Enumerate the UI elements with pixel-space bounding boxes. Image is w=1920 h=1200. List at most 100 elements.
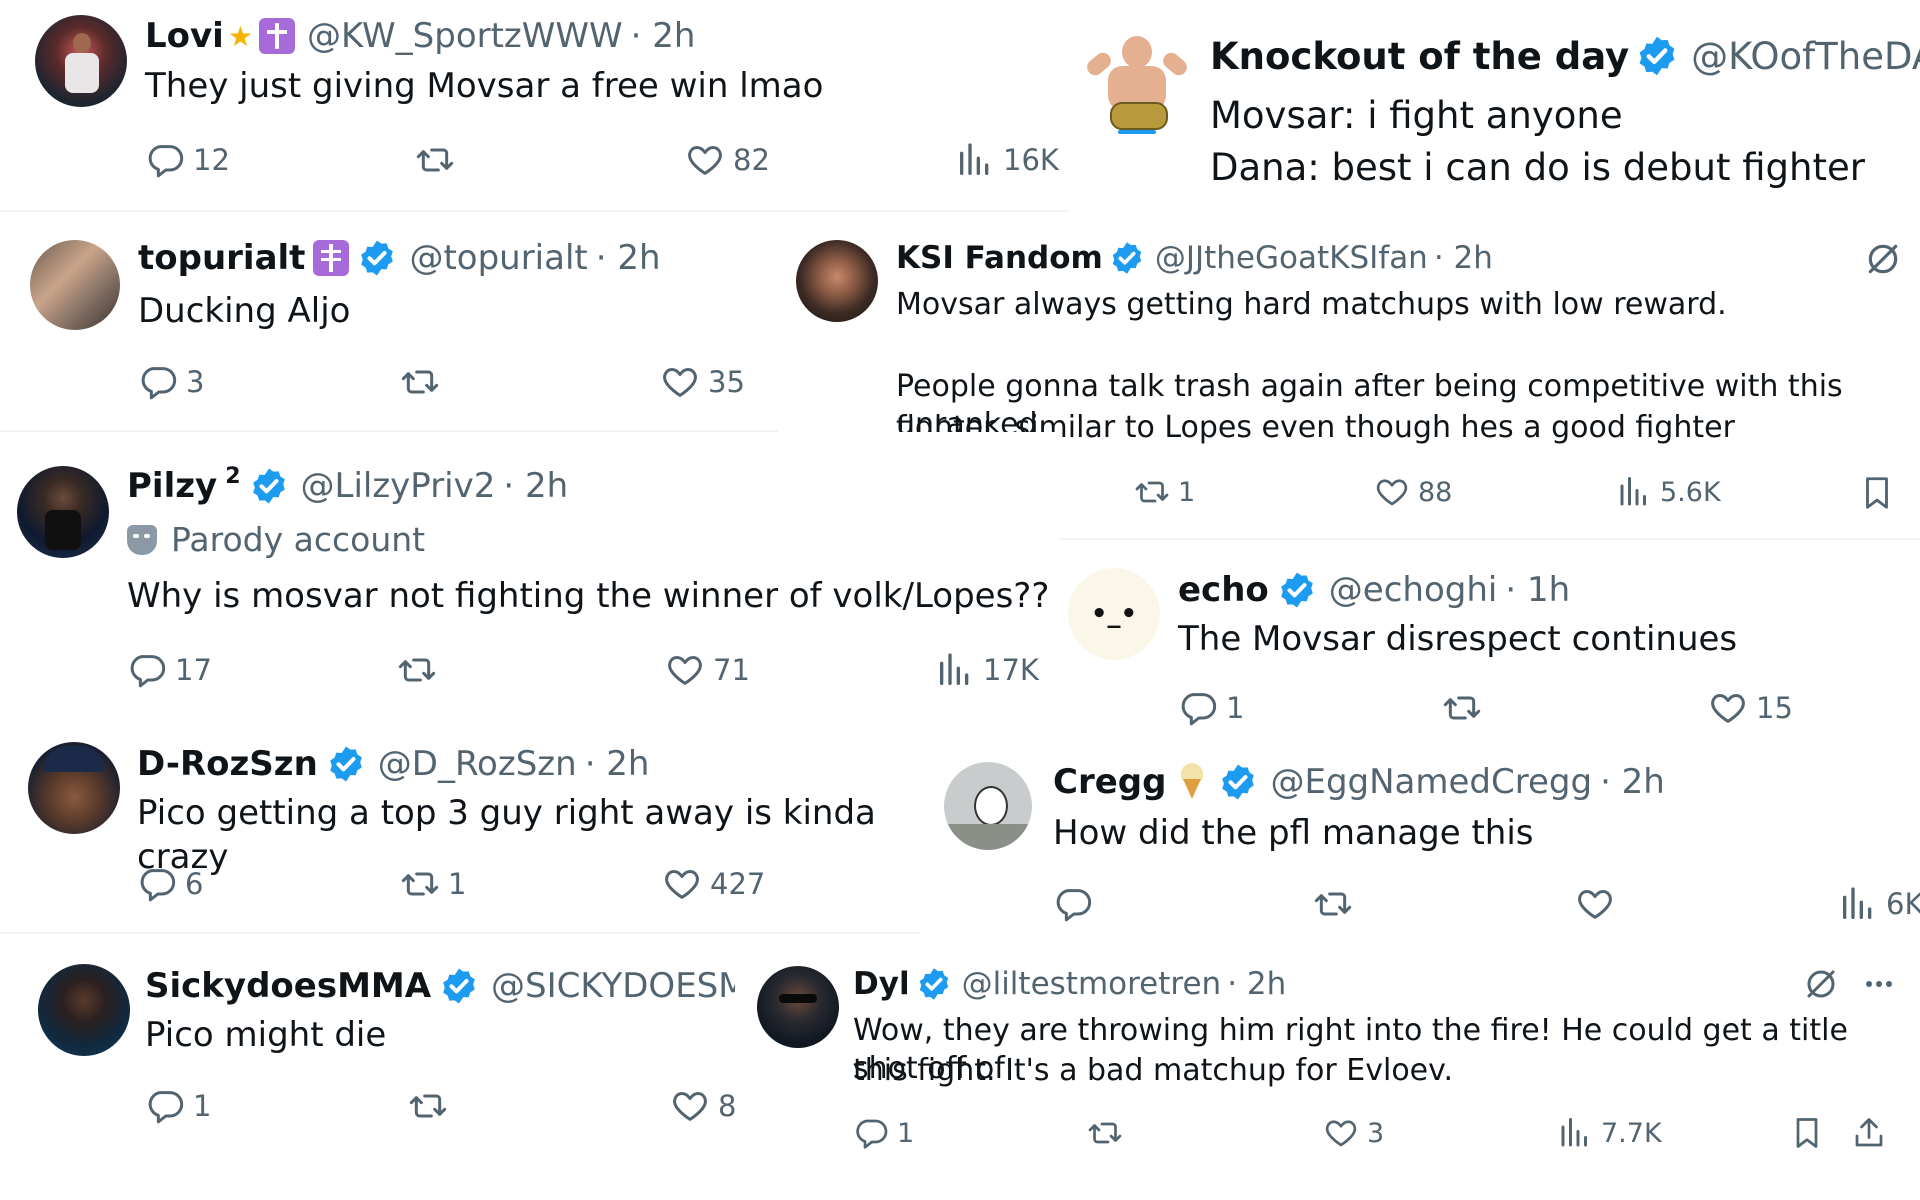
author-name[interactable]: topurialt (138, 238, 305, 278)
author-handle[interactable]: @KOofTheDAY (1691, 35, 1920, 78)
avatar[interactable] (38, 964, 130, 1056)
author-name[interactable]: echo (1178, 570, 1269, 610)
reply-count: 6 (185, 867, 204, 901)
repost-button[interactable]: 1 (1134, 474, 1195, 510)
tweet-pilzy[interactable]: Pilzy 2 @LilzyPriv2 · 2h Parody account … (0, 432, 1060, 722)
view-count: 7.7K (1601, 1117, 1662, 1149)
author-name[interactable]: Lovi (145, 16, 224, 56)
views-button[interactable]: 5.6K (1616, 474, 1721, 510)
avatar[interactable] (35, 15, 127, 107)
repost-button[interactable]: 1 (400, 864, 466, 904)
reply-button[interactable]: 17 (127, 650, 212, 690)
avatar[interactable] (1082, 30, 1192, 135)
tweet-header: Knockout of the day @KOofTheDAY (1210, 34, 1920, 78)
author-name[interactable]: D-RozSzn (137, 744, 318, 784)
grok-button[interactable] (1864, 240, 1902, 278)
timestamp[interactable]: · 2h (1600, 762, 1665, 802)
views-button[interactable]: 16K (955, 140, 1059, 180)
timestamp[interactable]: · 1h (1505, 570, 1570, 610)
like-button[interactable]: 35 (660, 362, 745, 402)
like-button[interactable]: 71 (665, 650, 750, 690)
grok-button[interactable] (1803, 966, 1839, 1002)
reply-button[interactable]: 1 (145, 1086, 211, 1126)
repost-button[interactable] (408, 1086, 448, 1126)
tweet-lovi[interactable]: Lovi ★ @KW_SportzWWW · 2h They just givi… (0, 0, 1068, 212)
views-button[interactable]: 17K (935, 650, 1039, 690)
bookmark-button[interactable] (1789, 1115, 1825, 1151)
reply-button[interactable] (1053, 884, 1093, 924)
like-button[interactable]: 8 (670, 1086, 736, 1126)
avatar[interactable]: •_• (1068, 568, 1160, 660)
parody-label: Parody account (127, 520, 425, 559)
like-button[interactable]: 88 (1374, 474, 1452, 510)
reply-button[interactable]: 1 (1178, 688, 1244, 728)
like-button[interactable]: 15 (1708, 688, 1793, 728)
bookmark-button[interactable] (1858, 474, 1896, 512)
repost-button[interactable] (1442, 688, 1482, 728)
tweet-cregg[interactable]: Cregg @EggNamedCregg · 2h How did the pf… (920, 740, 1920, 940)
share-button[interactable] (1851, 1115, 1887, 1151)
author-handle[interactable]: @EggNamedCregg (1270, 762, 1592, 802)
timestamp[interactable]: · 2h (631, 16, 696, 56)
timestamp[interactable]: · 2h (503, 466, 568, 506)
timestamp[interactable]: · 2h (585, 744, 650, 784)
repost-icon (400, 362, 440, 402)
author-name[interactable]: KSI Fandom (896, 240, 1103, 276)
repost-icon (397, 650, 437, 690)
tweet-header: Lovi ★ @KW_SportzWWW · 2h (145, 16, 695, 56)
reply-button[interactable]: 12 (145, 140, 230, 180)
author-handle[interactable]: @JJtheGoatKSIfan (1155, 240, 1428, 276)
avatar[interactable] (944, 762, 1032, 850)
author-handle[interactable]: @D_RozSzn (378, 744, 577, 784)
avatar[interactable] (17, 466, 109, 558)
tweet-knockout[interactable]: Knockout of the day @KOofTheDAY Movsar: … (1068, 0, 1920, 212)
views-button[interactable]: 6K (1838, 884, 1920, 924)
tweet-sickydoesmma[interactable]: SickydoesMMA @SICKYDOESMM/ Pico might di… (0, 934, 745, 1164)
like-button[interactable]: 427 (662, 864, 765, 904)
more-button[interactable] (1861, 966, 1897, 1002)
avatar[interactable] (28, 742, 120, 834)
author-handle[interactable]: @KW_SportzWWW (307, 16, 623, 56)
like-button[interactable]: 82 (685, 140, 770, 180)
author-name[interactable]: Knockout of the day (1210, 35, 1629, 78)
reply-button[interactable]: 6 (137, 864, 203, 904)
avatar-face: •_• (1090, 599, 1138, 629)
repost-button[interactable] (1087, 1115, 1123, 1151)
timestamp[interactable]: · 2h (596, 238, 661, 278)
repost-icon (415, 140, 455, 180)
avatar[interactable] (796, 240, 878, 322)
tweet-topurialt[interactable]: topurialt @topurialt · 2h Ducking Aljo 3… (0, 214, 778, 430)
author-name[interactable]: Dyl (853, 966, 910, 1002)
timestamp[interactable]: · 2h (1227, 966, 1286, 1002)
author-name[interactable]: Cregg (1053, 762, 1166, 802)
tweet-echo[interactable]: •_• echo @echoghi · 1h The Movsar disres… (1060, 540, 1920, 740)
author-name[interactable]: SickydoesMMA (145, 966, 431, 1006)
view-count: 6K (1886, 887, 1920, 921)
tweet-dyl[interactable]: Dyl @liltestmoretren · 2h Wow, they are … (745, 940, 1920, 1165)
timestamp[interactable]: · 2h (1434, 240, 1493, 276)
tweet-drozszn[interactable]: D-RozSzn @D_RozSzn · 2h Pico getting a t… (0, 722, 920, 932)
author-handle[interactable]: @LilzyPriv2 (301, 466, 496, 506)
reply-button[interactable]: 3 (138, 362, 204, 402)
verified-icon (1635, 34, 1679, 78)
reply-icon (145, 140, 185, 180)
author-name[interactable]: Pilzy (127, 466, 217, 506)
avatar[interactable] (30, 240, 120, 330)
like-button[interactable] (1575, 884, 1615, 924)
views-button[interactable]: 7.7K (1557, 1115, 1662, 1151)
repost-button[interactable] (1313, 884, 1353, 924)
repost-button[interactable] (415, 140, 455, 180)
repost-button[interactable] (400, 362, 440, 402)
views-icon (1557, 1115, 1593, 1151)
tweet-text: The Movsar disrespect continues (1178, 619, 1738, 659)
reply-count: 1 (193, 1089, 212, 1123)
repost-button[interactable] (397, 650, 437, 690)
like-button[interactable]: 3 (1323, 1115, 1384, 1151)
author-handle[interactable]: @SICKYDOESMM/ (491, 966, 735, 1006)
reply-button[interactable]: 1 (853, 1115, 914, 1151)
avatar[interactable] (757, 966, 839, 1048)
author-handle[interactable]: @liltestmoretren (962, 966, 1222, 1002)
author-handle[interactable]: @topurialt (409, 238, 587, 278)
reply-count: 1 (1226, 691, 1245, 725)
author-handle[interactable]: @echoghi (1329, 570, 1498, 610)
